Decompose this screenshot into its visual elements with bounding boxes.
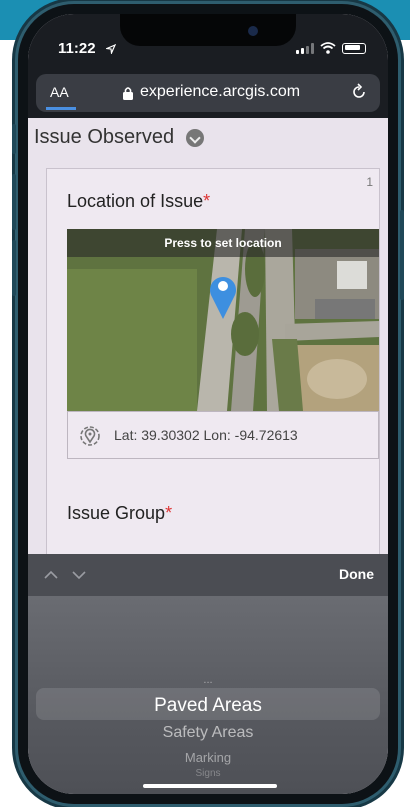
battery-icon <box>342 42 366 54</box>
url-text: experience.arcgis.com <box>140 83 301 100</box>
status-time: 11:22 <box>58 40 96 57</box>
chevron-down-icon[interactable] <box>72 568 86 582</box>
status-bar: 11:22 <box>28 14 388 70</box>
collapse-icon[interactable] <box>185 128 204 147</box>
coordinates-text: Lat: 39.30302 Lon: -94.72613 <box>114 427 298 443</box>
location-map[interactable]: Press to set location <box>67 229 379 411</box>
notch <box>120 14 296 46</box>
required-asterisk: * <box>165 503 173 523</box>
mute-switch <box>12 124 16 154</box>
home-indicator[interactable] <box>143 784 277 788</box>
section-header[interactable]: Issue Observed <box>34 126 204 149</box>
location-arrow-icon <box>106 44 116 54</box>
power-button <box>400 210 404 300</box>
issue-group-label: Issue Group* <box>67 503 173 523</box>
picker-toolbar: Done <box>28 554 388 596</box>
lock-icon <box>123 87 133 100</box>
picker-option[interactable]: ... <box>28 674 388 686</box>
volume-down-button <box>12 240 16 296</box>
browser-address-bar: AA experience.arcgis.com <box>28 70 388 118</box>
wifi-icon <box>320 42 336 54</box>
required-asterisk: * <box>203 191 211 211</box>
chevron-up-icon[interactable] <box>44 568 58 582</box>
question-card: 1 Location of Issue* Press to set locati… <box>46 168 380 554</box>
picker-option-selected[interactable]: Paved Areas <box>28 695 388 717</box>
map-banner: Press to set location <box>67 229 379 257</box>
card-number: 1 <box>366 175 373 189</box>
page-load-progress <box>46 107 76 110</box>
locate-icon[interactable] <box>78 424 102 448</box>
picker-option[interactable]: Signs <box>28 768 388 779</box>
done-button[interactable]: Done <box>339 566 374 582</box>
picker-option[interactable]: Marking <box>28 750 388 765</box>
url-field[interactable]: AA experience.arcgis.com <box>36 74 380 112</box>
phone-frame: 11:22 AA experience.arcgis.com Issue Obs… <box>12 4 404 804</box>
section-title: Issue Observed <box>34 126 175 148</box>
volume-up-button <box>12 174 16 230</box>
web-content: Issue Observed 1 Location of Issue* Pres… <box>28 118 388 554</box>
reader-settings-button[interactable]: AA <box>50 84 69 100</box>
front-camera <box>248 26 258 36</box>
map-pin-icon[interactable] <box>209 269 237 321</box>
coordinates-display: Lat: 39.30302 Lon: -94.72613 <box>67 411 379 459</box>
reload-icon[interactable] <box>350 83 368 101</box>
phone-screen: 11:22 AA experience.arcgis.com Issue Obs… <box>28 14 388 794</box>
picker-option[interactable]: Safety Areas <box>28 724 388 742</box>
option-picker-wheel[interactable]: ... Paved Areas Safety Areas Marking Sig… <box>28 596 388 794</box>
location-question-label: Location of Issue* <box>67 191 211 211</box>
cellular-signal-icon <box>296 42 314 54</box>
